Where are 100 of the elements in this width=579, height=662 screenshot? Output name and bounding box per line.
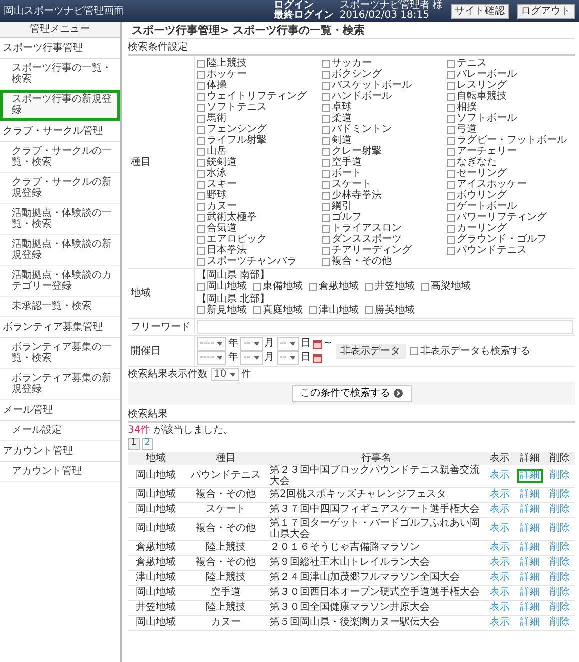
checkbox[interactable] xyxy=(447,180,455,189)
checkbox[interactable] xyxy=(322,114,330,123)
checkbox[interactable] xyxy=(309,282,317,291)
checkbox[interactable] xyxy=(447,104,455,112)
checkbox[interactable] xyxy=(197,246,205,255)
checkbox-option[interactable]: バドミントン xyxy=(322,124,441,136)
checkbox-option[interactable]: 非表示データも検索する xyxy=(410,346,530,357)
checkbox[interactable] xyxy=(365,282,373,291)
checkbox[interactable] xyxy=(322,82,330,90)
checkbox-option[interactable]: 真庭地域 xyxy=(253,304,303,316)
checkbox[interactable] xyxy=(322,158,330,167)
month-select[interactable]: -- xyxy=(240,351,263,366)
checkbox[interactable] xyxy=(322,70,330,79)
checkbox-option[interactable]: 銃剣道 xyxy=(197,157,316,168)
checkbox-option[interactable]: 倉敷地域 xyxy=(309,281,359,292)
checkbox-option[interactable]: 武術太極拳 xyxy=(197,212,316,224)
checkbox[interactable] xyxy=(197,192,205,200)
checkbox-option[interactable]: ボクシング xyxy=(322,69,441,80)
checkbox[interactable] xyxy=(322,214,330,222)
checkbox-option[interactable]: 山岳 xyxy=(197,146,316,158)
checkbox-option[interactable]: エアロビック xyxy=(197,234,316,246)
checkbox-option[interactable]: 弓道 xyxy=(447,124,567,136)
checkbox-option[interactable]: 野球 xyxy=(197,190,316,202)
checkbox[interactable] xyxy=(197,180,205,189)
header-button[interactable]: サイト確認 xyxy=(451,4,509,18)
checkbox-option[interactable]: 複合・その他 xyxy=(322,256,441,268)
checkbox[interactable] xyxy=(197,136,205,145)
checkbox-option[interactable]: 高梁地域 xyxy=(421,281,471,292)
checkbox[interactable] xyxy=(197,202,205,211)
checkbox-option[interactable]: ダンススポーツ xyxy=(322,234,441,246)
checkbox[interactable] xyxy=(447,158,455,167)
checkbox[interactable] xyxy=(322,192,330,200)
checkbox[interactable] xyxy=(447,170,455,178)
checkbox[interactable] xyxy=(197,258,205,266)
checkbox[interactable] xyxy=(447,236,455,244)
checkbox[interactable] xyxy=(447,70,455,79)
checkbox-option[interactable]: ライフル射撃 xyxy=(197,135,316,146)
search-button[interactable]: この条件で検索する xyxy=(292,385,412,402)
checkbox[interactable] xyxy=(447,214,455,222)
year-select[interactable]: ---- xyxy=(197,351,226,366)
checkbox-option[interactable]: 岡山地域 xyxy=(197,281,247,292)
checkbox-option[interactable]: ウェイトリフティング xyxy=(197,91,316,102)
checkbox[interactable] xyxy=(197,82,205,90)
checkbox-option[interactable]: アイスホッケー xyxy=(447,179,567,190)
checkbox[interactable] xyxy=(197,236,205,244)
checkbox[interactable] xyxy=(322,180,330,189)
checkbox[interactable] xyxy=(197,92,205,101)
checkbox-option[interactable]: 井笠地域 xyxy=(365,281,415,292)
checkbox[interactable] xyxy=(447,126,455,134)
checkbox[interactable] xyxy=(197,70,205,79)
checkbox-option[interactable]: ハンドボール xyxy=(322,91,441,102)
checkbox-option[interactable]: ソフトボール xyxy=(447,113,567,124)
checkbox-option[interactable]: ソフトテニス xyxy=(197,102,316,114)
checkbox[interactable] xyxy=(447,224,455,233)
checkbox[interactable] xyxy=(447,114,455,123)
checkbox-option[interactable]: スケート xyxy=(322,179,441,190)
freeword-input[interactable] xyxy=(197,320,573,334)
checkbox[interactable] xyxy=(322,104,330,112)
checkbox[interactable] xyxy=(322,136,330,145)
checkbox[interactable] xyxy=(322,148,330,156)
checkbox[interactable] xyxy=(253,306,261,314)
checkbox[interactable] xyxy=(197,282,205,291)
checkbox-option[interactable]: 少林寺拳法 xyxy=(322,190,441,202)
checkbox-option[interactable]: 陸上競技 xyxy=(197,58,316,70)
checkbox-option[interactable]: セーリング xyxy=(447,168,567,180)
checkbox[interactable] xyxy=(197,306,205,314)
checkbox[interactable] xyxy=(322,258,330,266)
checkbox-option[interactable]: 綱引 xyxy=(322,201,441,212)
checkbox-option[interactable]: パワーリフティング xyxy=(447,212,567,224)
checkbox-option[interactable]: グラウンド・ゴルフ xyxy=(447,234,567,246)
month-select[interactable]: -- xyxy=(240,337,263,352)
checkbox[interactable] xyxy=(322,202,330,211)
checkbox[interactable] xyxy=(447,136,455,145)
sidebar-item[interactable]: スポーツ行事の新規登録 xyxy=(0,90,120,121)
checkbox-option[interactable]: 日本拳法 xyxy=(197,245,316,256)
checkbox[interactable] xyxy=(197,170,205,178)
checkbox[interactable] xyxy=(322,224,330,233)
checkbox[interactable] xyxy=(197,214,205,222)
checkbox[interactable] xyxy=(197,126,205,134)
calendar-icon[interactable] xyxy=(312,340,322,349)
checkbox[interactable] xyxy=(253,282,261,291)
checkbox-option[interactable]: テニス xyxy=(447,58,567,70)
checkbox[interactable] xyxy=(197,60,205,68)
checkbox[interactable] xyxy=(322,246,330,255)
checkbox[interactable] xyxy=(197,104,205,112)
checkbox[interactable] xyxy=(322,126,330,134)
checkbox[interactable] xyxy=(447,148,455,156)
checkbox[interactable] xyxy=(447,192,455,200)
checkbox-option[interactable]: スポーツチャンバラ xyxy=(197,256,316,268)
checkbox[interactable] xyxy=(322,92,330,101)
checkbox[interactable] xyxy=(447,202,455,211)
checkbox[interactable] xyxy=(447,246,455,255)
checkbox[interactable] xyxy=(447,82,455,90)
checkbox-option[interactable]: 東備地域 xyxy=(253,281,303,292)
page-size-select[interactable]: 10 xyxy=(211,368,239,382)
day-select[interactable]: -- xyxy=(276,337,299,352)
checkbox-option[interactable]: サッカー xyxy=(322,58,441,70)
checkbox-option[interactable]: カヌー xyxy=(197,201,316,212)
checkbox-option[interactable]: ラグビー・フットボール xyxy=(447,135,567,146)
checkbox[interactable] xyxy=(322,236,330,244)
